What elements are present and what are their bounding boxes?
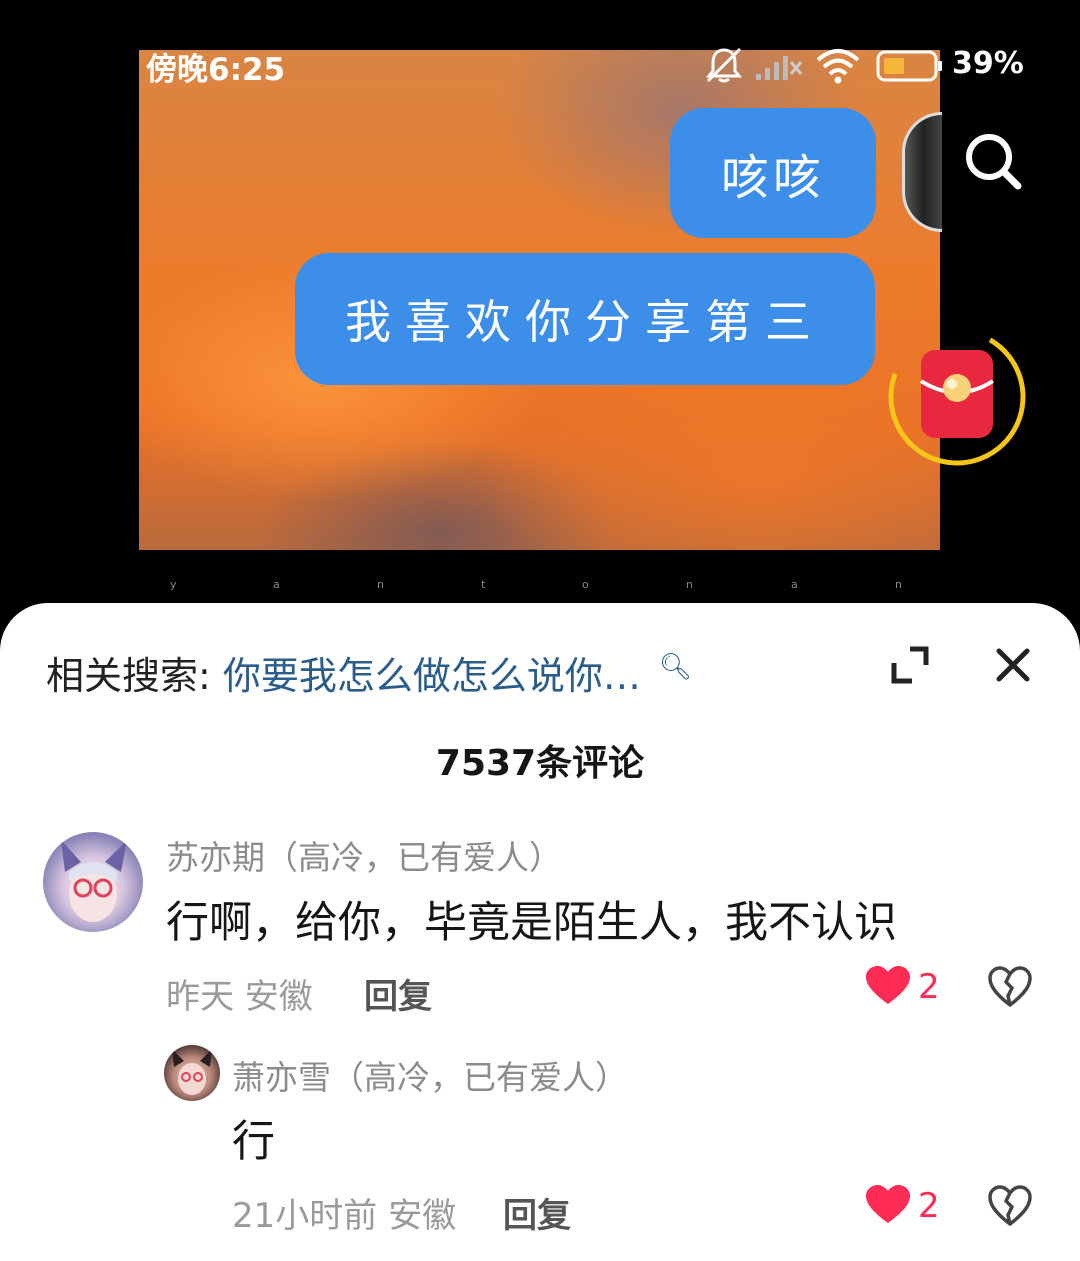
- watermark-letter: a: [273, 578, 280, 591]
- comment-text: 行: [232, 1117, 275, 1167]
- video-player[interactable]: 咳咳 我喜欢你分享第三: [139, 50, 940, 550]
- close-icon[interactable]: [993, 645, 1033, 685]
- watermark-letter: y: [170, 578, 177, 591]
- broken-heart-icon[interactable]: [988, 966, 1032, 1008]
- creator-avatar[interactable]: [902, 112, 942, 232]
- chat-bubble-small-text: 咳咳: [720, 150, 825, 206]
- wifi-icon: [816, 49, 860, 84]
- avatar-illustration: [61, 840, 127, 922]
- watermark-letter: o: [582, 578, 589, 591]
- chat-bubble-large-text: 我喜欢你分享第三: [345, 295, 825, 349]
- small-search-icon: 🔍︎: [659, 652, 693, 682]
- comment-username[interactable]: 萧亦雪（高冷，已有爱人）: [232, 1051, 628, 1099]
- reply-button[interactable]: 回复: [364, 969, 432, 1018]
- chat-bubble-small: 咳咳: [670, 108, 876, 238]
- like-count: 2: [918, 1186, 940, 1226]
- watermark-letter: t: [481, 578, 486, 591]
- status-bar: 傍晚6:25 39%: [0, 44, 1080, 88]
- broken-heart-icon[interactable]: [988, 1185, 1032, 1227]
- bell-muted-icon: [705, 47, 743, 83]
- comment-meta: 21小时前 安徽: [232, 1196, 457, 1236]
- avatar-illustration: [172, 1049, 212, 1095]
- avatar[interactable]: [164, 1045, 220, 1101]
- search-icon[interactable]: [962, 130, 1024, 192]
- related-search-label: 相关搜索:: [46, 654, 211, 698]
- video-watermark: y a n t o n a n: [0, 578, 1080, 594]
- comment-text: 行啊，给你，毕竟是陌生人，我不认识: [166, 898, 897, 948]
- watermark-letter: n: [895, 578, 902, 591]
- comment-panel: 相关搜索: 你要我怎么做怎么说你… 🔍︎ 7537条评论 苏亦期（高冷，已有爱人…: [0, 603, 1080, 1261]
- watermark-letter: n: [377, 578, 384, 591]
- watermark-letter: a: [791, 578, 798, 591]
- related-search-query[interactable]: 你要我怎么做怎么说你…: [223, 654, 641, 698]
- battery-icon: [876, 50, 942, 82]
- chat-bubble-large: 我喜欢你分享第三: [295, 253, 875, 385]
- signal-off-icon: [756, 56, 803, 80]
- avatar[interactable]: [43, 832, 143, 932]
- comment-meta: 昨天 安徽: [166, 977, 313, 1017]
- reply-button[interactable]: 回复: [503, 1188, 571, 1237]
- status-time: 傍晚6:25: [146, 52, 286, 88]
- comment-count: 7537条评论: [435, 743, 645, 784]
- heart-icon[interactable]: [866, 1185, 910, 1225]
- red-packet-button[interactable]: [886, 326, 1028, 468]
- battery-percent: 39%: [952, 46, 1024, 81]
- watermark-letter: n: [686, 578, 693, 591]
- related-search[interactable]: 相关搜索: 你要我怎么做怎么说你… 🔍︎: [46, 645, 692, 700]
- comment-username[interactable]: 苏亦期（高冷，已有爱人）: [166, 831, 562, 879]
- like-count: 2: [918, 967, 940, 1007]
- heart-icon[interactable]: [866, 966, 910, 1006]
- expand-icon[interactable]: [888, 643, 932, 687]
